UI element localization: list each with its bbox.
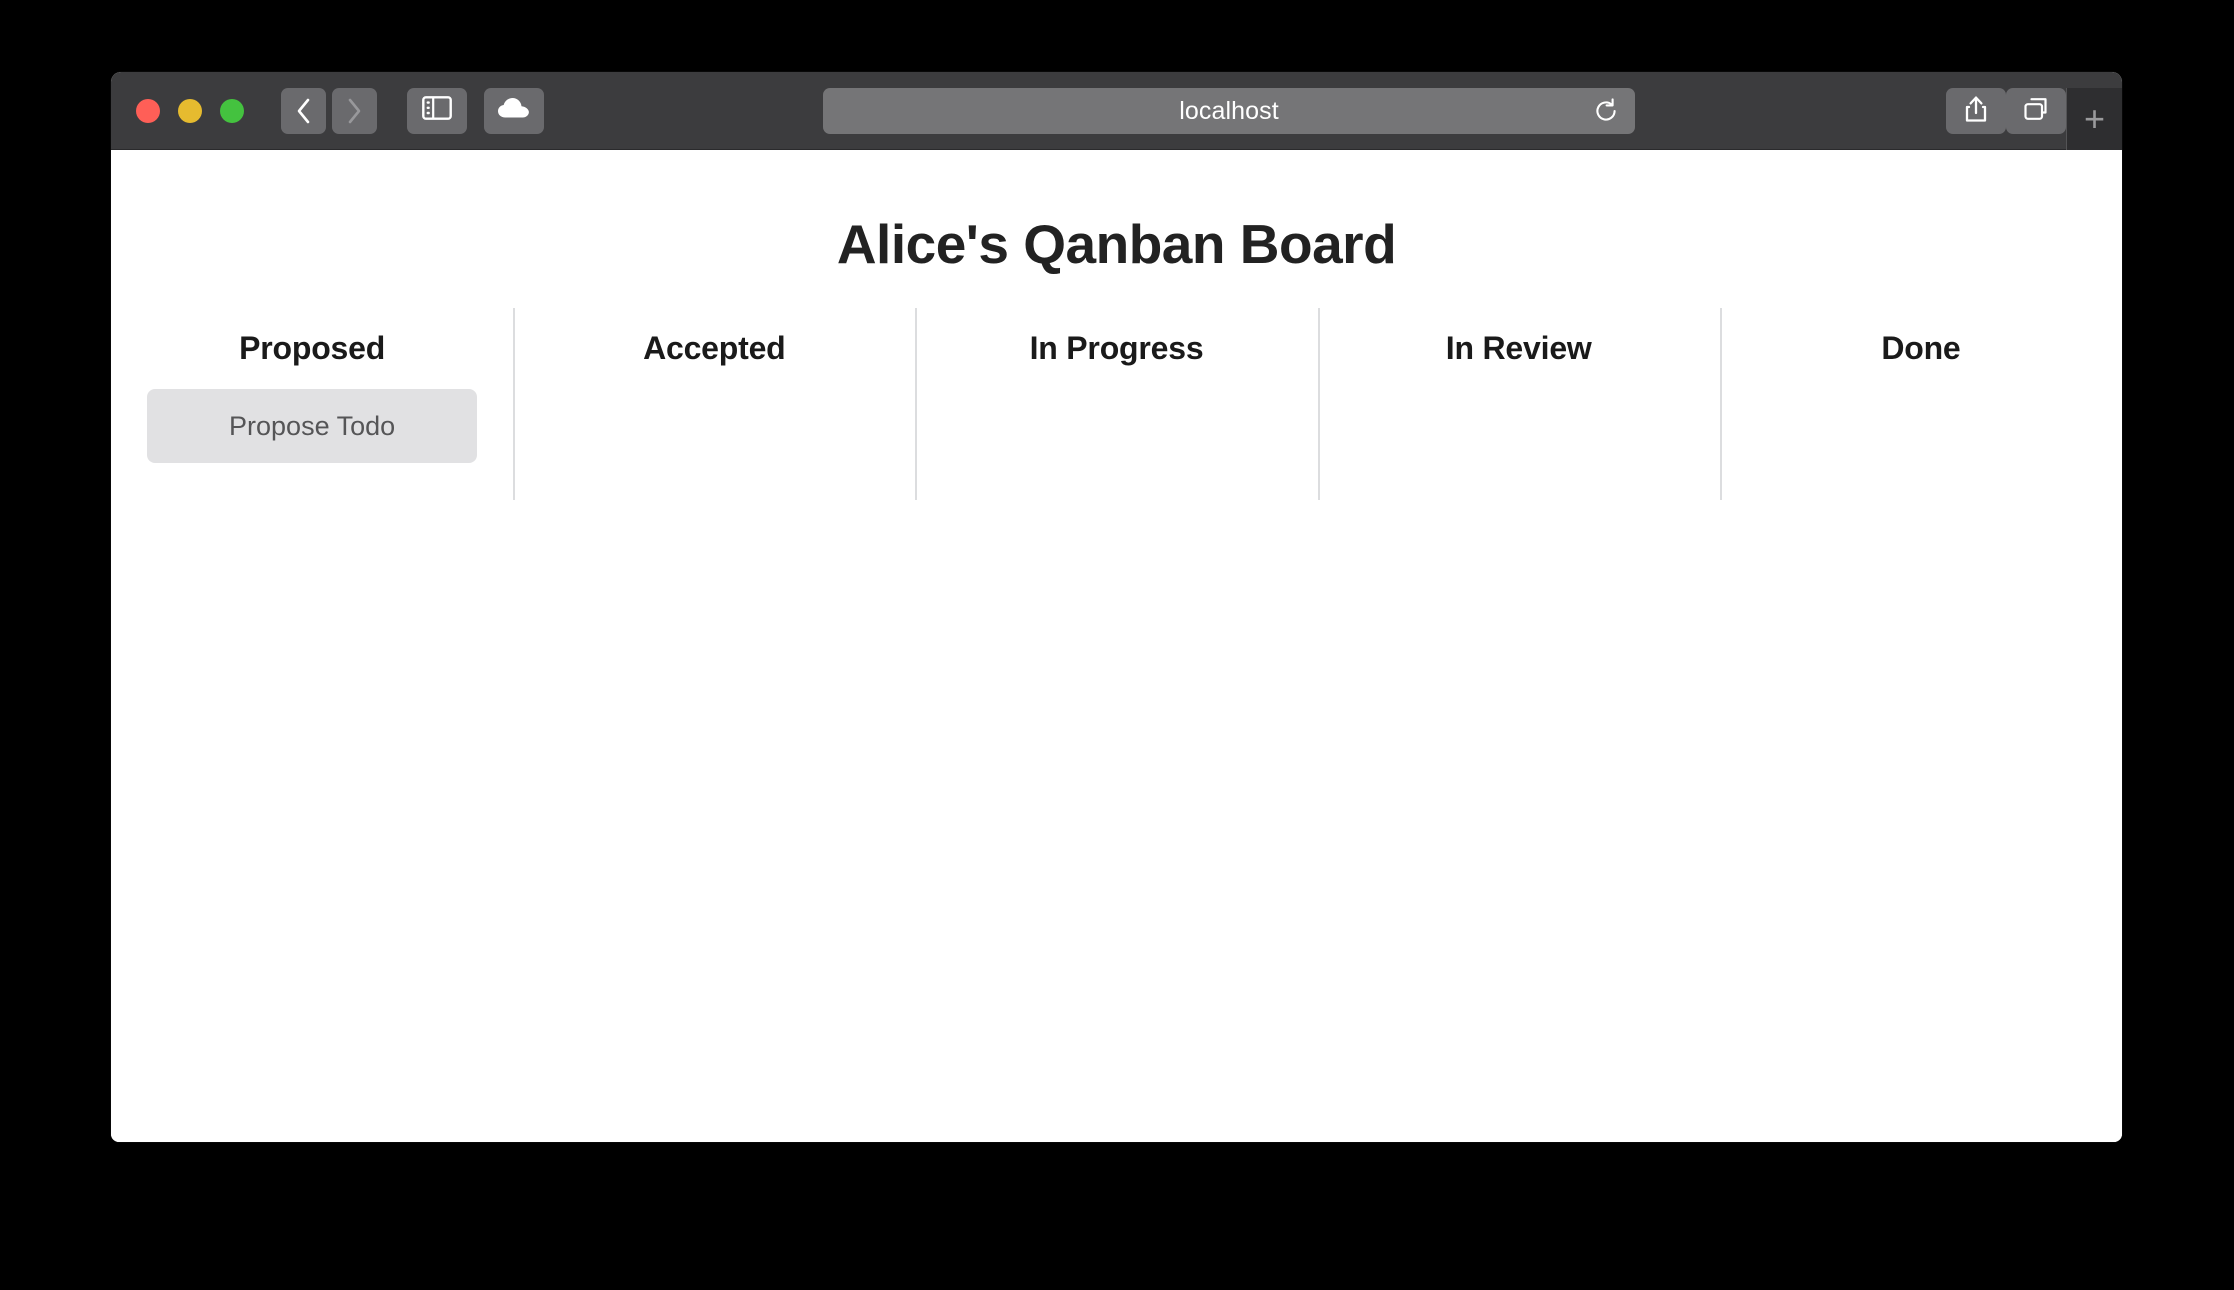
- reload-icon[interactable]: [1593, 98, 1619, 124]
- board-column-in-review: In Review: [1317, 308, 1720, 500]
- minimize-window-button[interactable]: [178, 98, 202, 123]
- browser-toolbar: localhost +: [111, 72, 2122, 150]
- kanban-board: Proposed Propose Todo Accepted In Progre…: [111, 308, 2122, 500]
- column-title-proposed: Proposed: [239, 330, 386, 366]
- board-column-accepted: Accepted: [513, 308, 915, 500]
- column-title-in-review: In Review: [1445, 330, 1592, 366]
- forward-button[interactable]: [332, 87, 377, 134]
- cloud-tabs-group: [484, 87, 544, 134]
- column-title-accepted: Accepted: [643, 330, 786, 366]
- share-button[interactable]: [1946, 88, 2006, 134]
- board-column-proposed: Proposed Propose Todo: [111, 308, 513, 500]
- column-cards-proposed: Propose Todo: [111, 389, 513, 463]
- toolbar-right-group: +: [1946, 72, 2122, 150]
- address-bar[interactable]: localhost: [823, 88, 1635, 134]
- plus-icon: +: [2083, 98, 2106, 139]
- back-button[interactable]: [281, 87, 326, 134]
- page-title: Alice's Qanban Board: [836, 213, 1397, 275]
- board-column-in-progress: In Progress: [915, 308, 1317, 500]
- chevron-right-icon: [347, 98, 362, 124]
- column-title-done: Done: [1881, 330, 1961, 366]
- window-controls: [136, 98, 244, 123]
- browser-window: localhost + Alice's Qanban Board Propose…: [111, 72, 2122, 1142]
- board-column-done: Done: [1719, 308, 2122, 500]
- sidebar-toggle-group: [407, 87, 467, 134]
- close-window-button[interactable]: [136, 98, 160, 123]
- page-content: Alice's Qanban Board Proposed Propose To…: [111, 150, 2122, 1142]
- screen: localhost + Alice's Qanban Board Propose…: [0, 0, 2234, 1290]
- tab-overview-button[interactable]: [2006, 88, 2066, 134]
- address-bar-text: localhost: [1179, 96, 1279, 125]
- tabs-copy-icon: [2022, 96, 2050, 127]
- sidebar-icon: [422, 96, 452, 125]
- maximize-window-button[interactable]: [220, 98, 244, 123]
- icloud-tabs-button[interactable]: [484, 87, 544, 134]
- propose-todo-button[interactable]: Propose Todo: [147, 389, 478, 463]
- share-icon: [1964, 95, 1988, 128]
- chevron-left-icon: [296, 98, 311, 124]
- column-title-in-progress: In Progress: [1029, 330, 1204, 366]
- cloud-icon: [497, 96, 531, 125]
- new-tab-button[interactable]: +: [2066, 88, 2122, 150]
- sidebar-toggle-button[interactable]: [407, 87, 467, 134]
- navigation-buttons: [281, 87, 377, 134]
